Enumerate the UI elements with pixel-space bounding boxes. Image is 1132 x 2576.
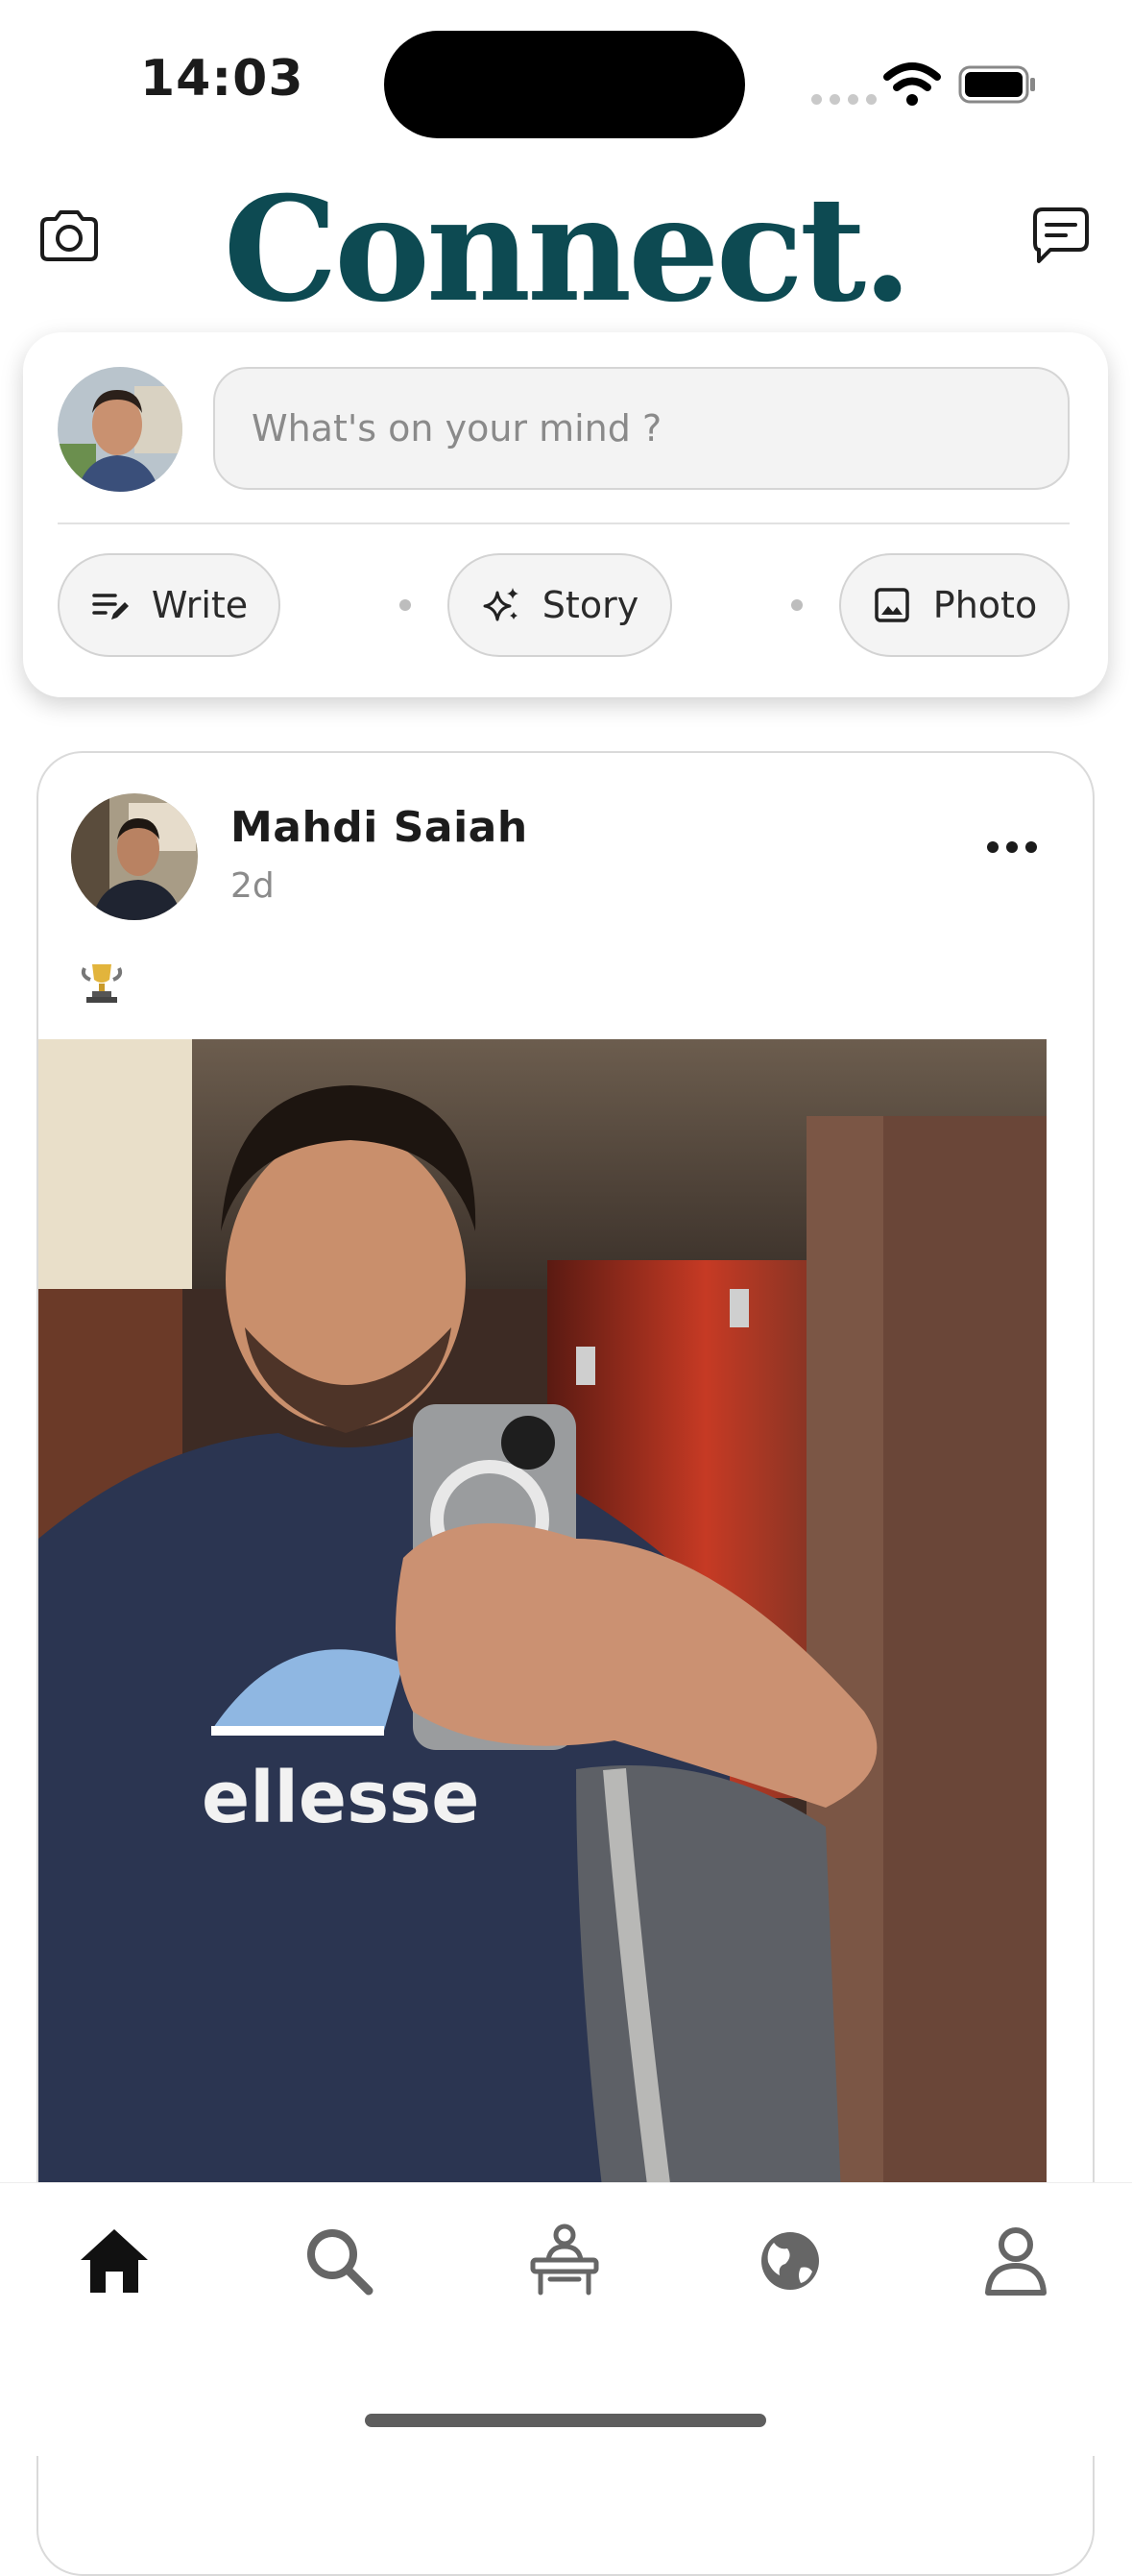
dynamic-island <box>384 31 745 138</box>
more-options-icon[interactable] <box>983 838 1041 857</box>
avatar[interactable] <box>71 793 198 920</box>
separator-dot <box>791 599 803 611</box>
globe-icon[interactable] <box>751 2222 830 2300</box>
app-header: Connect. <box>0 163 1132 331</box>
write-button[interactable]: Write <box>58 553 280 657</box>
bottom-navigation <box>0 2182 1132 2456</box>
divider <box>58 522 1070 524</box>
avatar[interactable] <box>58 367 182 492</box>
whats-on-your-mind-input[interactable] <box>213 367 1070 490</box>
shirt-text: ellesse <box>202 1757 479 1839</box>
trophy-emoji-icon <box>81 964 123 1003</box>
chat-bubble-icon[interactable] <box>1025 202 1095 271</box>
home-icon[interactable] <box>75 2222 154 2300</box>
wifi-icon <box>883 62 941 106</box>
status-time: 14:03 <box>140 50 304 108</box>
image-icon <box>875 588 909 622</box>
photo-label: Photo <box>932 584 1038 626</box>
status-bar: 14:03 <box>0 0 1132 163</box>
desk-icon[interactable] <box>525 2222 604 2300</box>
story-label: Story <box>542 584 639 626</box>
home-indicator <box>365 2414 766 2427</box>
photo-button[interactable]: Photo <box>839 553 1070 657</box>
story-button[interactable]: Story <box>447 553 672 657</box>
battery-icon <box>958 65 1035 104</box>
write-icon <box>92 594 129 620</box>
post-author-name[interactable]: Mahdi Saiah <box>230 803 528 852</box>
post-photo[interactable]: ellesse <box>38 1039 1047 2288</box>
write-label: Write <box>151 584 249 626</box>
profile-icon[interactable] <box>976 2222 1055 2300</box>
search-icon[interactable] <box>300 2222 378 2300</box>
app-logo: Connect. <box>223 165 913 334</box>
post-composer: Write Story Photo <box>23 332 1108 697</box>
post-timestamp: 2d <box>230 866 275 906</box>
cellular-signal-icon <box>811 94 877 105</box>
separator-dot <box>399 599 411 611</box>
sparkle-icon <box>483 588 518 621</box>
